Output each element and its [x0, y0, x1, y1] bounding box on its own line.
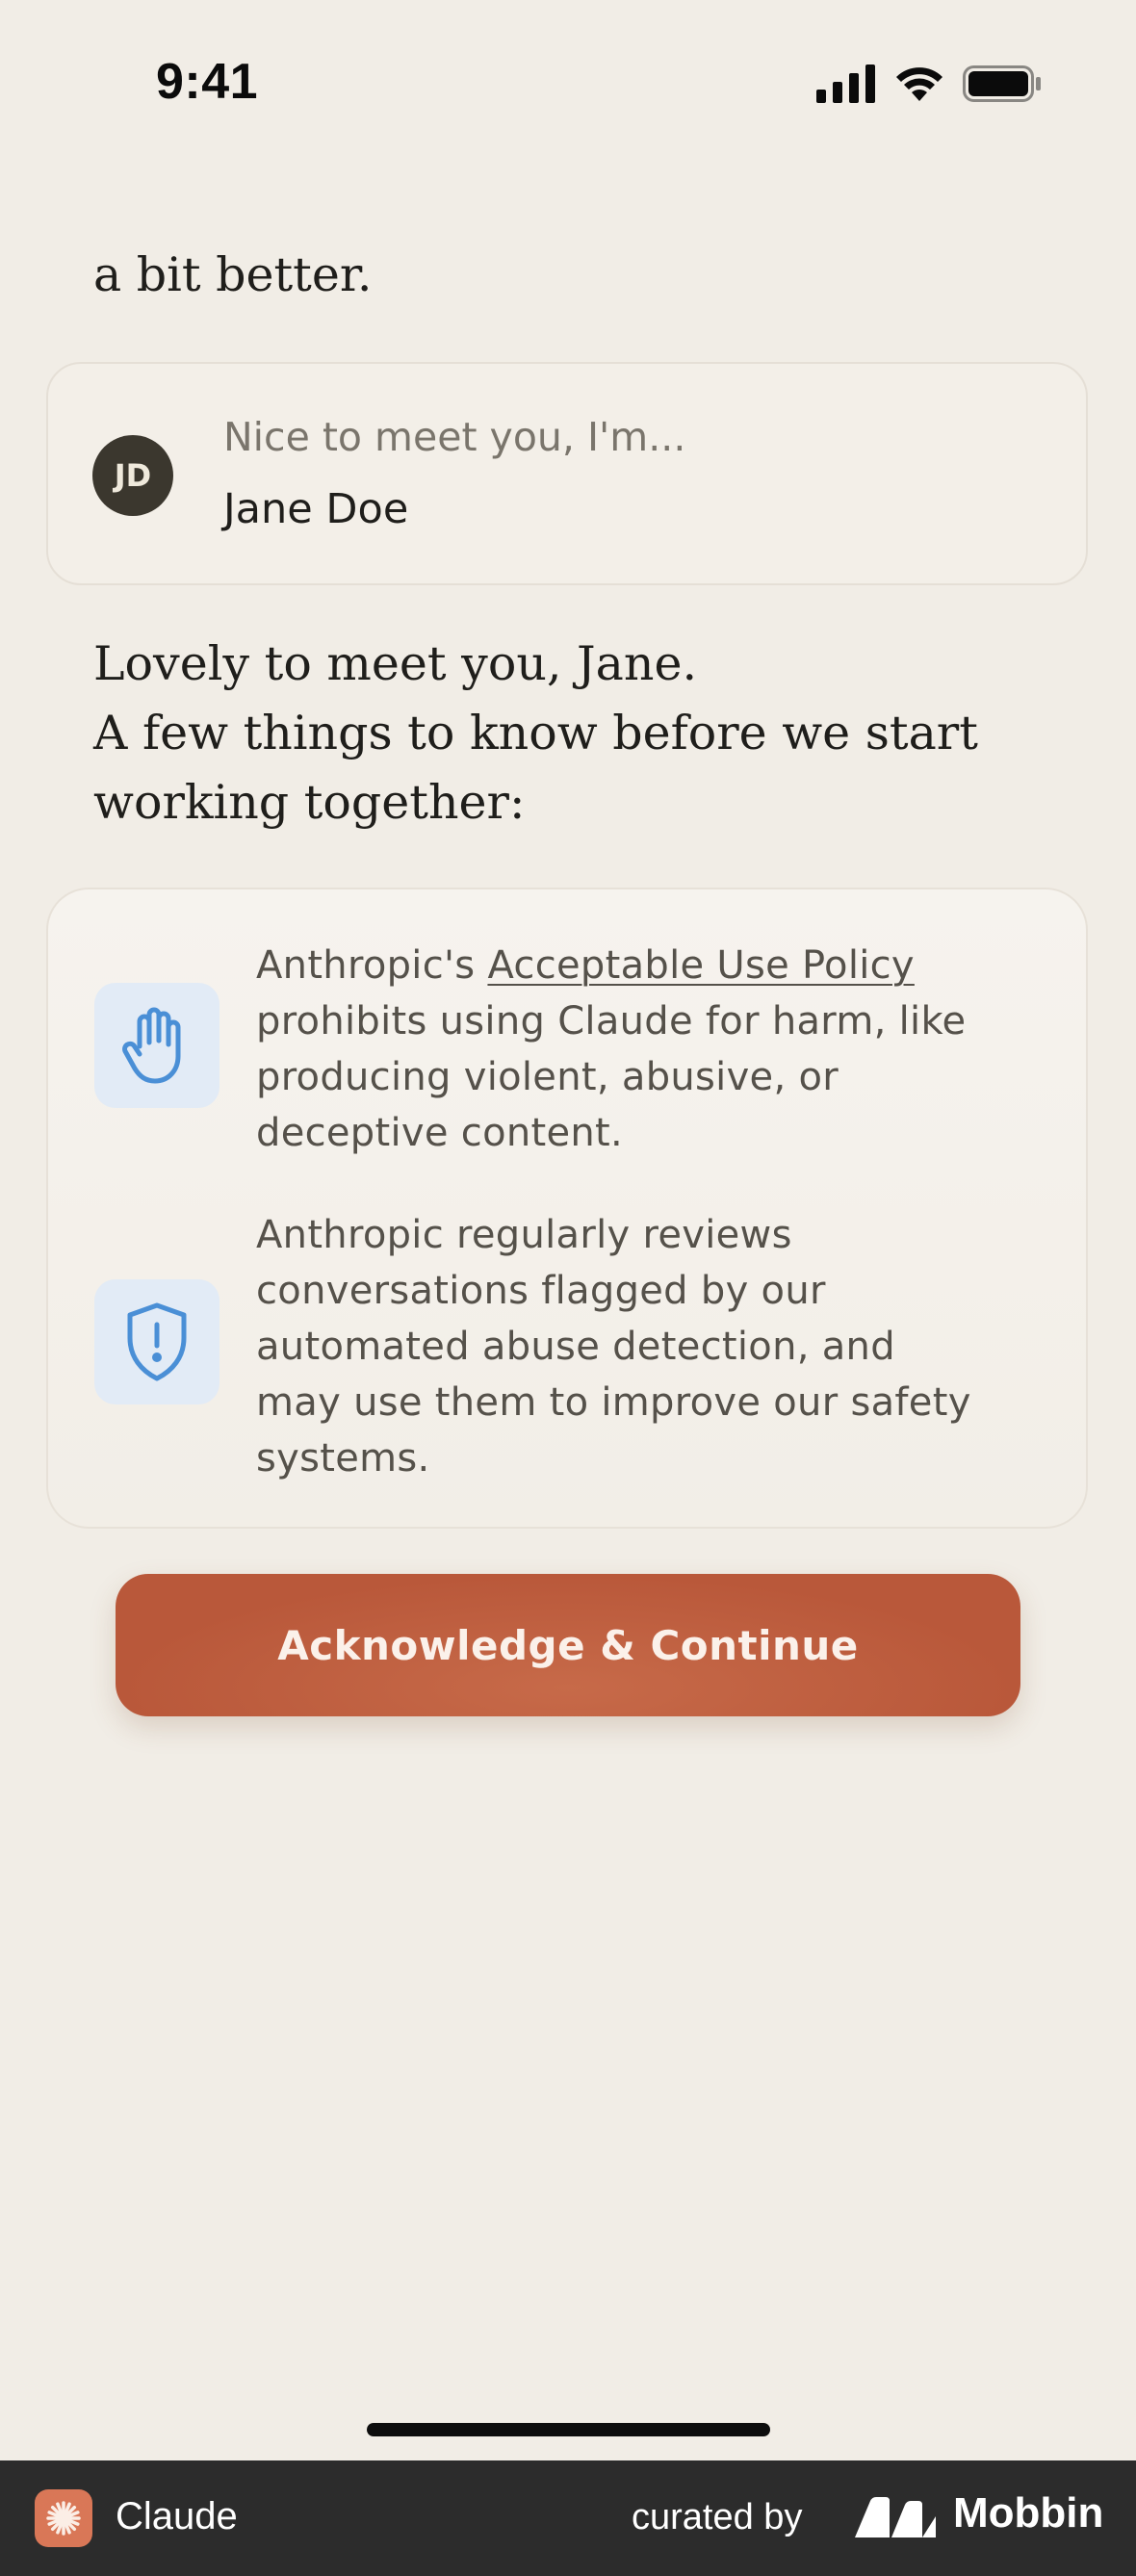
raised-hand-icon [122, 1007, 181, 1084]
policy-icon-tile [94, 983, 219, 1108]
safety-line: Anthropic regularly reviews [256, 1213, 792, 1257]
safety-line: conversations flagged by our [256, 1269, 826, 1313]
safety-icon-tile [94, 1279, 219, 1404]
claude-logo-icon [35, 2489, 92, 2547]
wifi-icon [896, 67, 942, 101]
name-card: JD Nice to meet you, I'm... Jane Doe [46, 362, 1088, 585]
reply-line: Lovely to meet you, Jane. [93, 636, 698, 691]
status-time: 9:41 [156, 54, 259, 110]
policy-line: producing violent, abusive, or [256, 1055, 839, 1099]
policy-text: Anthropic's Acceptable Use Policy prohib… [256, 938, 966, 1161]
acknowledge-continue-button[interactable]: Acknowledge & Continue [116, 1574, 1020, 1716]
policy-line: deceptive content. [256, 1111, 624, 1155]
shield-alert-icon [127, 1302, 187, 1381]
message-line: a bit better. [93, 247, 373, 302]
status-icons [816, 60, 1042, 108]
reply-line: working together: [93, 775, 526, 830]
app-name: Claude [116, 2495, 238, 2537]
avatar: JD [92, 435, 173, 516]
status-bar: 9:41 [0, 0, 1136, 173]
policy-prefix: Anthropic's [256, 943, 488, 988]
footer-bar: Claude curated by Mobbin [0, 2460, 1136, 2576]
reply-line: A few things to know before we start [93, 706, 978, 760]
policy-first-line: Anthropic's Acceptable Use Policy [256, 938, 966, 993]
mobbin-brand-name: Mobbin [953, 2489, 1104, 2537]
cellular-signal-icon [816, 64, 875, 103]
safety-line: may use them to improve our safety [256, 1380, 971, 1425]
battery-icon [963, 65, 1041, 102]
user-name: Jane Doe [223, 485, 409, 533]
acceptable-use-policy-link[interactable]: Acceptable Use Policy [487, 943, 914, 988]
safety-line: automated abuse detection, and [256, 1325, 895, 1369]
policy-info-card: Anthropic's Acceptable Use Policy prohib… [46, 888, 1088, 1529]
safety-text: Anthropic regularly reviews conversation… [256, 1207, 971, 1486]
assistant-reply: Lovely to meet you, Jane. A few things t… [93, 630, 978, 837]
name-prompt: Nice to meet you, I'm... [223, 414, 686, 460]
previous-message-text: a bit better. [93, 241, 372, 310]
safety-line: systems. [256, 1436, 430, 1481]
home-indicator[interactable] [367, 2423, 770, 2436]
mobbin-logo-icon [855, 2497, 936, 2537]
policy-line: prohibits using Claude for harm, like [256, 999, 967, 1043]
curated-by-label: curated by [632, 2497, 803, 2537]
